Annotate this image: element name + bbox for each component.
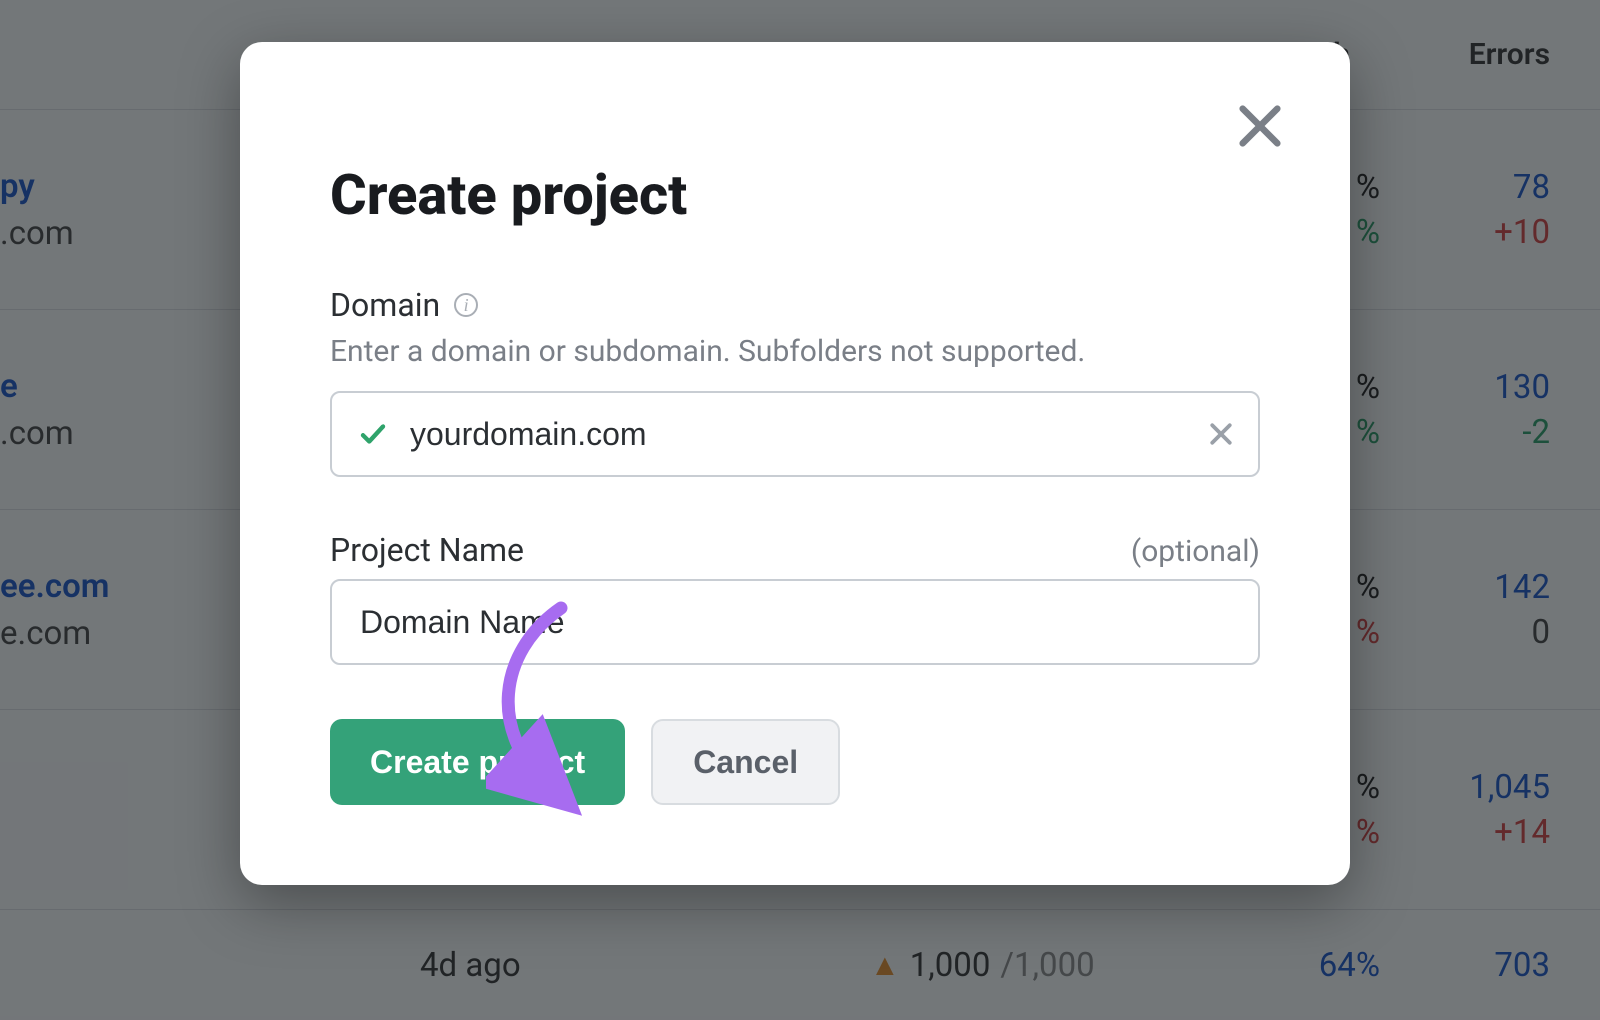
close-icon bbox=[1234, 100, 1286, 152]
cancel-button[interactable]: Cancel bbox=[651, 719, 840, 805]
modal-actions: Create project Cancel bbox=[330, 719, 1260, 805]
optional-hint: (optional) bbox=[1131, 534, 1260, 569]
clear-input-button[interactable] bbox=[1206, 419, 1236, 449]
create-project-modal: Create project Domain i Enter a domain o… bbox=[240, 42, 1350, 885]
project-name-label: Project Name bbox=[330, 531, 524, 569]
project-name-field bbox=[330, 579, 1260, 665]
project-name-input[interactable] bbox=[330, 579, 1260, 665]
domain-input[interactable] bbox=[330, 391, 1260, 477]
domain-field bbox=[330, 391, 1260, 477]
check-icon bbox=[358, 419, 388, 449]
create-project-button[interactable]: Create project bbox=[330, 719, 625, 805]
modal-title: Create project bbox=[330, 162, 1260, 228]
close-button[interactable] bbox=[1234, 100, 1286, 152]
domain-hint: Enter a domain or subdomain. Subfolders … bbox=[330, 334, 1260, 369]
info-icon[interactable]: i bbox=[454, 293, 478, 317]
domain-label: Domain bbox=[330, 286, 440, 324]
